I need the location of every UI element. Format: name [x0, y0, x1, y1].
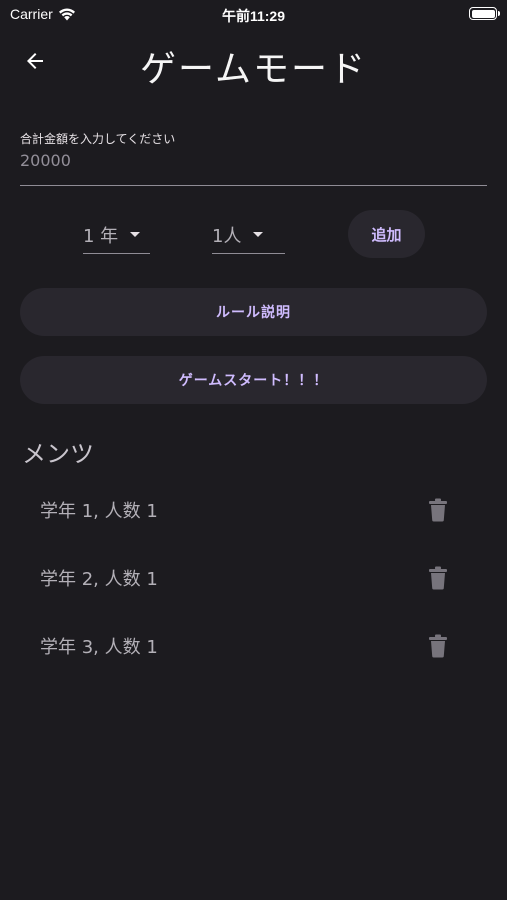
caret-down-icon — [253, 232, 264, 237]
game-start-button[interactable]: ゲームスタート！！！ — [20, 356, 487, 404]
amount-field[interactable]: 合計金額を入力してください — [20, 130, 487, 186]
amount-field-label: 合計金額を入力してください — [20, 132, 176, 146]
people-dropdown[interactable]: 1人 — [212, 216, 285, 254]
list-item: 学年 1, 人数 1 — [0, 476, 507, 544]
list-item: 学年 2, 人数 1 — [0, 544, 507, 612]
member-label: 学年 2, 人数 1 — [40, 569, 158, 590]
member-label: 学年 3, 人数 1 — [40, 637, 158, 658]
battery-icon — [469, 7, 500, 20]
members-title: メンツ — [22, 440, 94, 468]
status-time: 午前11:29 — [221, 8, 286, 24]
year-dropdown[interactable]: 1 年 — [83, 216, 150, 254]
status-bar: Carrier 午前11:29 — [0, 0, 507, 28]
trash-icon[interactable] — [428, 566, 448, 590]
app-bar: ゲームモード — [0, 28, 507, 98]
add-button[interactable]: 追加 — [348, 210, 425, 258]
amount-input[interactable] — [20, 151, 487, 170]
page-title: ゲームモード — [140, 49, 367, 90]
people-dropdown-value: 1人 — [212, 225, 242, 247]
caret-down-icon — [130, 232, 141, 237]
trash-icon[interactable] — [428, 498, 448, 522]
member-label: 学年 1, 人数 1 — [40, 501, 158, 522]
year-dropdown-value: 1 年 — [83, 225, 119, 247]
member-list: 学年 1, 人数 1 学年 2, 人数 1 学年 3, 人数 1 — [0, 476, 507, 680]
rules-button[interactable]: ルール説明 — [20, 288, 487, 336]
list-item: 学年 3, 人数 1 — [0, 612, 507, 680]
selector-row: 1 年 1人 追加 — [0, 208, 507, 260]
trash-icon[interactable] — [428, 634, 448, 658]
